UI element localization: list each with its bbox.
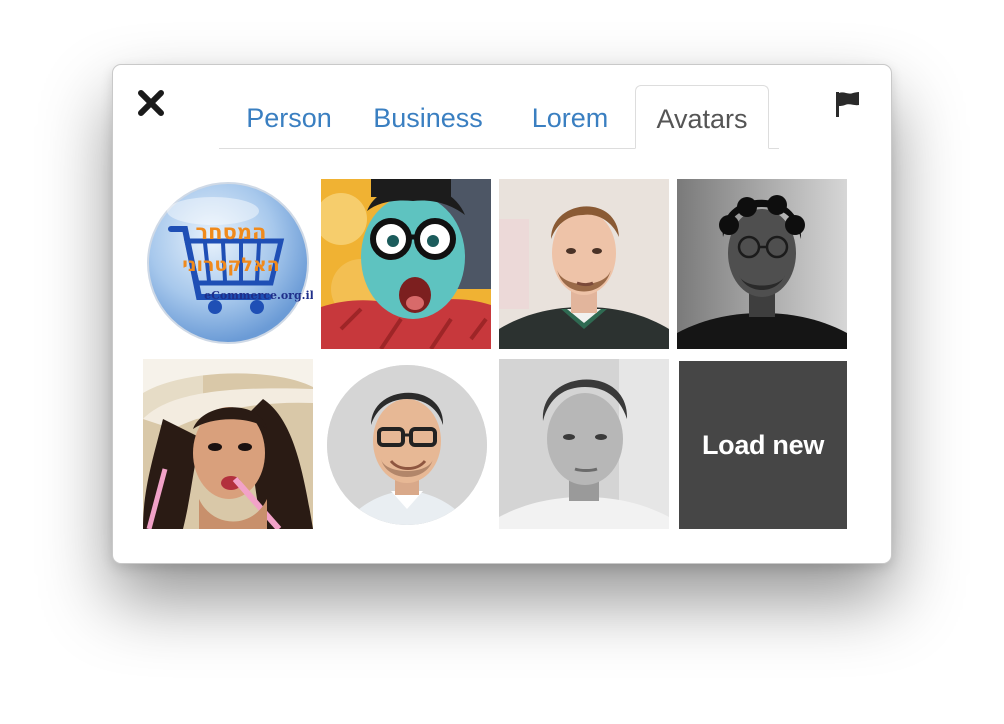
tab-lorem[interactable]: Lorem (515, 85, 625, 149)
avatar-woman-sunhat[interactable] (143, 359, 313, 529)
svg-text:eCommerce.org.il: eCommerce.org.il (204, 289, 313, 302)
avatar-man-round-glasses[interactable] (321, 359, 491, 529)
avatar-man-curly-glasses[interactable] (677, 179, 847, 349)
tab-person[interactable]: Person (225, 85, 353, 149)
flag-button[interactable] (835, 91, 861, 119)
svg-text:המסחר: המסחר (196, 220, 267, 244)
close-icon (138, 90, 164, 116)
avatar-picker-popup: Person Business Lorem Avatars המסחר האלק… (112, 64, 892, 564)
tab-bar: Person Business Lorem Avatars (219, 85, 779, 149)
load-new-button[interactable]: Load new (679, 361, 847, 529)
svg-text:האלקטרוני: האלקטרוני (182, 254, 279, 276)
avatar-man-beard-sweater[interactable] (499, 179, 669, 349)
close-button[interactable] (137, 89, 165, 117)
avatar-young-man-bw[interactable] (499, 359, 669, 529)
avatar-ecommerce-logo[interactable]: המסחר האלקטרוני eCommerce.org.il (143, 179, 313, 349)
tab-avatars[interactable]: Avatars (635, 85, 769, 149)
tab-business[interactable]: Business (363, 85, 493, 149)
avatar-glasses-surprised[interactable] (321, 179, 491, 349)
flag-icon (836, 92, 859, 117)
